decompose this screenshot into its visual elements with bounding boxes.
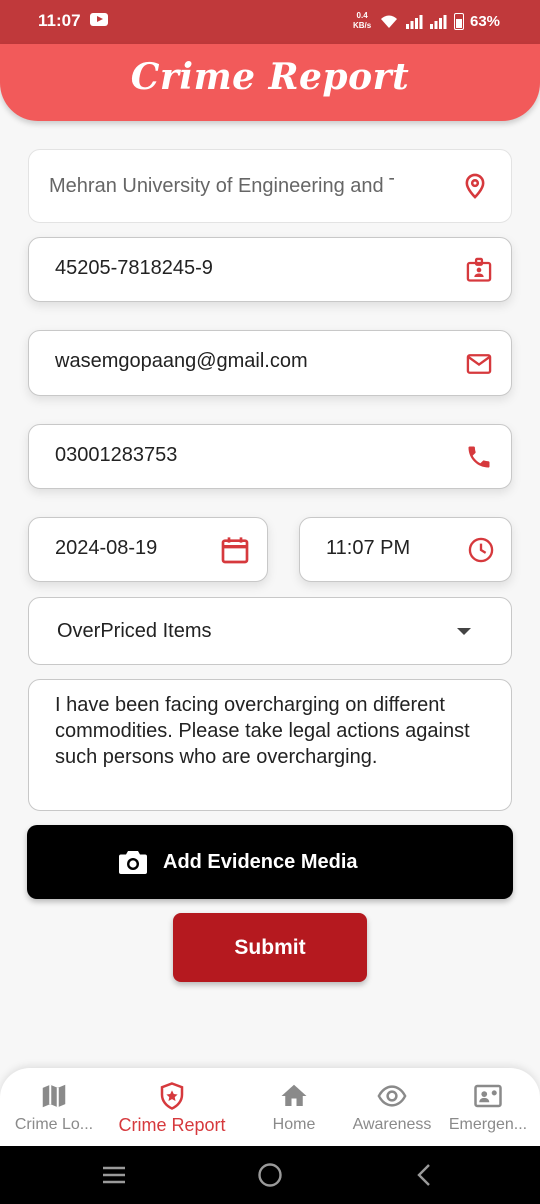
recent-apps-icon[interactable] [102,1165,126,1185]
network-speed: 0.4 KB/s [353,11,371,31]
shield-star-icon [157,1081,187,1111]
home-icon [279,1081,309,1111]
back-icon[interactable] [415,1162,433,1188]
home-circle-icon[interactable] [257,1162,283,1188]
nav-item-home[interactable]: Home [240,1068,348,1146]
battery-level: 63% [470,13,500,30]
clock-icon[interactable] [467,536,495,564]
nav-label-crime-report: Crime Report [118,1115,226,1136]
submit-button[interactable]: Submit [173,913,367,982]
camera-icon [118,849,148,875]
map-icon [39,1081,69,1111]
category-value: OverPriced Items [57,620,211,643]
cell-signal-1-icon [405,14,423,29]
add-evidence-label: Add Evidence Media [163,851,358,874]
category-dropdown[interactable]: OverPriced Items [28,597,512,665]
time-value: 11:07 PM [326,537,410,560]
phone-icon [465,443,493,471]
email-field[interactable]: wasemgopaang@gmail.com [28,330,512,396]
page-title: Crime Report [0,56,540,98]
cnic-field[interactable]: 45205-7818245-9 [28,237,512,302]
nav-label-awareness: Awareness [338,1116,446,1134]
location-value: Mehran University of Engineering and Tec… [49,175,394,198]
network-speed-value: 0.4 [357,11,368,20]
description-textarea[interactable]: I have been facing overcharging on diffe… [28,679,512,811]
location-pin-icon[interactable] [461,172,489,200]
add-evidence-button[interactable]: Add Evidence Media [27,825,513,899]
mail-icon [465,350,493,378]
youtube-notification-icon [90,13,108,26]
nav-item-emergency[interactable]: Emergen... [436,1068,540,1146]
battery-icon [454,13,464,30]
cnic-value: 45205-7818245-9 [55,257,213,280]
cell-signal-2-icon [429,14,447,29]
nav-item-crime-report[interactable]: Crime Report [118,1068,226,1146]
nav-label-crime-locations: Crime Lo... [0,1116,108,1134]
eye-icon [377,1081,407,1111]
status-time: 11:07 [38,11,81,31]
phone-value: 03001283753 [55,444,177,467]
nav-label-emergency: Emergen... [436,1116,540,1134]
nav-item-crime-locations[interactable]: Crime Lo... [0,1068,108,1146]
date-field[interactable]: 2024-08-19 [28,517,268,582]
description-value: I have been facing overcharging on diffe… [55,692,475,770]
system-navigation-bar [0,1146,540,1204]
network-speed-unit: KB/s [353,21,371,30]
dropdown-caret-icon[interactable] [457,628,471,635]
app-header: Crime Report [0,44,540,121]
time-field[interactable]: 11:07 PM [299,517,512,582]
nav-item-awareness[interactable]: Awareness [338,1068,446,1146]
contact-card-icon [473,1081,503,1111]
email-value: wasemgopaang@gmail.com [55,350,308,373]
nav-label-home: Home [240,1116,348,1134]
phone-field[interactable]: 03001283753 [28,424,512,489]
status-bar: 11:07 0.4 KB/s 63% [0,0,540,44]
calendar-icon[interactable] [219,534,251,566]
wifi-icon [380,14,398,29]
location-field[interactable]: Mehran University of Engineering and Tec… [28,149,512,223]
id-badge-icon [465,256,493,284]
date-value: 2024-08-19 [55,537,157,560]
bottom-navigation: Crime Lo... Crime Report Home Awareness … [0,1068,540,1146]
